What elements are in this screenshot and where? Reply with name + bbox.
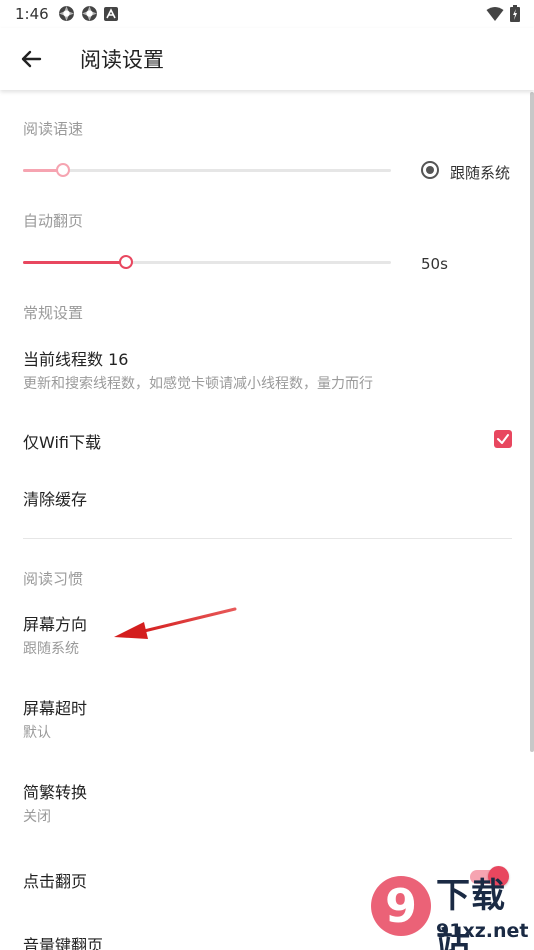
annotation-arrow-icon — [114, 607, 237, 639]
follow-system-radio[interactable] — [421, 161, 439, 179]
thread-count-title: 当前线程数 16 — [23, 350, 129, 369]
page-title: 阅读设置 — [80, 48, 164, 72]
watermark: 9 下载站 91xz.net — [368, 862, 534, 950]
app-notification-icon — [58, 5, 75, 26]
reading-speed-slider[interactable] — [23, 160, 391, 180]
slider-thumb[interactable] — [56, 163, 71, 177]
section-header-general: 常规设置 — [23, 304, 84, 322]
slider-fill — [23, 261, 127, 264]
section-divider — [23, 538, 512, 539]
chinese-conversion-title: 简繁转换 — [23, 783, 88, 802]
back-button[interactable] — [16, 44, 46, 74]
app-notification-icon — [81, 5, 98, 26]
watermark-url: 91xz.net — [436, 920, 529, 942]
section-header-reading-speed: 阅读语速 — [23, 120, 84, 138]
orientation-title: 屏幕方向 — [23, 615, 88, 634]
font-a-icon — [104, 6, 118, 25]
slider-thumb[interactable] — [119, 255, 134, 269]
wifi-only-label: 仅Wifi下载 — [23, 433, 101, 452]
wifi-only-checkbox[interactable] — [494, 430, 512, 448]
status-time: 1:46 — [15, 5, 49, 23]
watermark-logo-icon: 9 — [371, 876, 431, 936]
app-bar: 阅读设置 — [0, 28, 534, 90]
section-header-habits: 阅读习惯 — [23, 570, 84, 588]
orientation-value: 跟随系统 — [23, 641, 79, 657]
chinese-conversion-value: 关闭 — [23, 809, 51, 825]
clear-cache-label: 清除缓存 — [23, 490, 88, 509]
scrollbar[interactable] — [530, 92, 534, 752]
screen-timeout-title: 屏幕超时 — [23, 699, 88, 718]
arrow-left-icon — [21, 50, 42, 68]
slider-track — [23, 169, 391, 172]
follow-system-label[interactable]: 跟随系统 — [450, 162, 510, 183]
tap-page-label: 点击翻页 — [23, 872, 88, 891]
auto-page-value: 50s — [421, 255, 448, 273]
settings-list[interactable]: 阅读语速 跟随系统 自动翻页 50s 常规设置 当前线程数 16 更新和搜索线程… — [0, 90, 534, 950]
auto-page-slider[interactable] — [23, 252, 391, 272]
status-bar: 1:46 — [0, 0, 534, 28]
svg-text:9: 9 — [385, 879, 417, 933]
check-icon — [497, 434, 509, 444]
wifi-icon — [486, 6, 504, 26]
section-header-auto-page: 自动翻页 — [23, 212, 84, 230]
battery-charging-icon — [510, 5, 520, 26]
volume-key-label: 音量键翻页 — [23, 936, 104, 950]
screen-timeout-value: 默认 — [23, 725, 51, 741]
thread-count-summary: 更新和搜索线程数，如感觉卡顿请减小线程数，量力而行 — [23, 376, 373, 392]
